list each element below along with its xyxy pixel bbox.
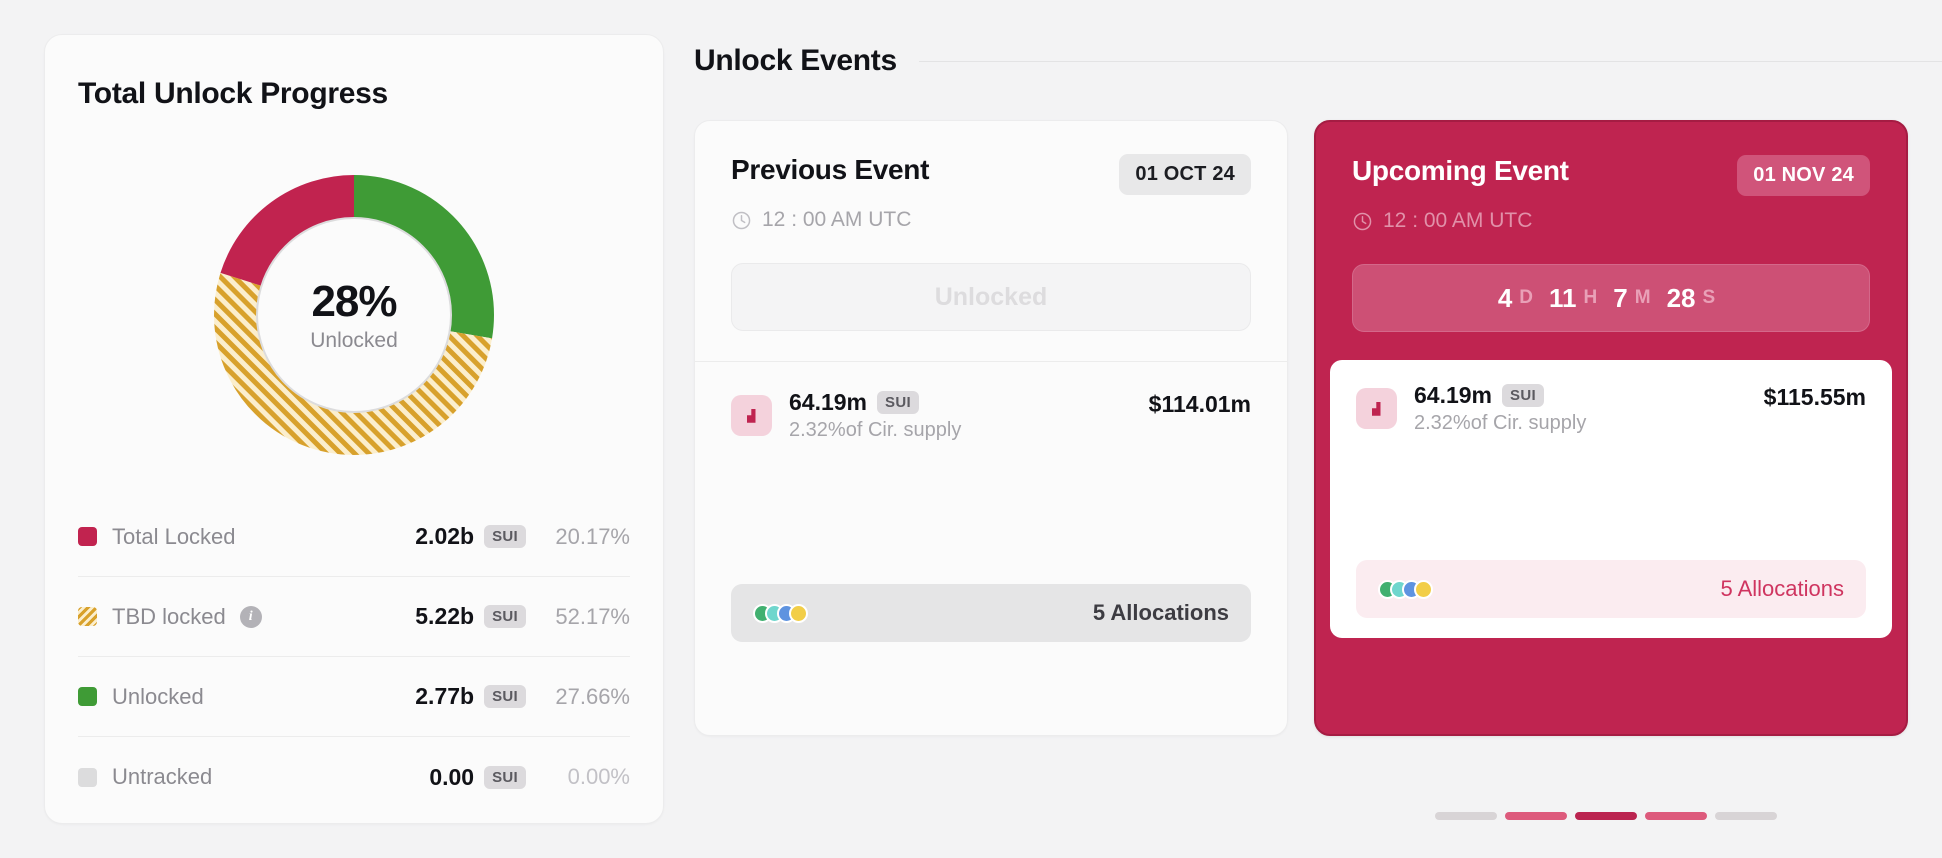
event-status-button: Unlocked	[731, 263, 1251, 331]
unlock-percent-label: Unlocked	[310, 329, 398, 352]
untracked-swatch-icon	[78, 767, 97, 787]
upcoming-event-body: 64.19m SUI 2.32%of Cir. supply $115.55m	[1330, 360, 1892, 638]
countdown-seconds-unit: S	[1702, 287, 1716, 308]
upcoming-event-header: Upcoming Event 01 NOV 24 12 : 00 AM UTC	[1316, 122, 1906, 233]
countdown-seconds-value: 28	[1666, 282, 1696, 313]
allocation-avatars	[753, 603, 808, 623]
legend-row-unlocked[interactable]: Unlocked 2.77b SUI 27.66%	[78, 657, 630, 737]
legend-percent: 52.17%	[555, 603, 630, 629]
legend-label: Total Locked	[112, 523, 236, 549]
legend-row-total-locked[interactable]: Total Locked 2.02b SUI 20.17%	[78, 497, 630, 577]
allocation-dot	[1414, 579, 1433, 599]
token-symbol-badge: SUI	[484, 525, 526, 548]
legend-label: Unlocked	[112, 683, 204, 709]
token-symbol-badge: SUI	[1502, 384, 1544, 407]
event-time-row: 12 : 00 AM UTC	[731, 208, 1251, 232]
token-logo-icon	[731, 395, 772, 436]
event-time: 12 : 00 AM UTC	[762, 208, 912, 231]
legend-percent: 0.00%	[567, 764, 630, 789]
allocations-bar[interactable]: 5 Allocations	[1356, 560, 1866, 618]
legend-amount: 5.22b	[415, 603, 475, 629]
event-date-badge: 01 NOV 24	[1737, 155, 1870, 196]
countdown-days-value: 4	[1497, 282, 1513, 313]
legend-amount: 2.02b	[415, 523, 475, 549]
token-usd-value: $114.01m	[1148, 391, 1251, 417]
donut-center: 28% Unlocked	[256, 217, 452, 413]
pagination-bar[interactable]	[1645, 812, 1707, 820]
countdown-timer: 4 D 11 H 7 M 28 S	[1352, 264, 1870, 332]
token-meta: 64.19m SUI 2.32%of Cir. supply	[1414, 382, 1586, 435]
header-row: Upcoming Event 01 NOV 24	[1352, 155, 1870, 196]
clock-icon	[732, 211, 751, 229]
legend-label: TBD locked	[112, 603, 226, 629]
unlocked-swatch-icon	[78, 687, 97, 706]
token-logo-icon	[1356, 388, 1397, 429]
token-glyph-icon	[746, 408, 755, 423]
token-supply-share: 2.32%of Cir. supply	[1414, 412, 1587, 434]
unlock-dashboard: Total Unlock Progress 28% Unlocked Total…	[0, 0, 1942, 858]
allocation-avatars	[1378, 579, 1433, 599]
event-time-row: 12 : 00 AM UTC	[1352, 209, 1870, 233]
pagination-bar[interactable]	[1715, 812, 1777, 820]
token-amount: 64.19m	[789, 389, 868, 415]
token-glyph-icon	[1371, 401, 1380, 416]
previous-event-body: 64.19m SUI 2.32%of Cir. supply $114.01m	[695, 362, 1287, 668]
allocations-count: 5 Allocations	[1092, 600, 1229, 625]
countdown-minutes-unit: M	[1634, 287, 1651, 308]
info-icon[interactable]: i	[239, 605, 262, 628]
legend-row-untracked[interactable]: Untracked 0.00 SUI 0.00%	[78, 737, 630, 817]
token-meta: 64.19m SUI 2.32%of Cir. supply	[789, 389, 961, 442]
token-symbol-badge: SUI	[484, 605, 526, 628]
legend-amount: 2.77b	[415, 683, 475, 709]
tbd-swatch-icon	[78, 607, 97, 626]
legend-percent: 27.66%	[555, 683, 630, 709]
carousel-pagination[interactable]	[1435, 812, 1777, 820]
locked-swatch-icon	[78, 527, 97, 546]
token-supply-share: 2.32%of Cir. supply	[789, 419, 962, 441]
previous-event-card[interactable]: Previous Event 01 OCT 24 12 : 00 AM UTC …	[694, 120, 1288, 736]
token-allocation-row: 64.19m SUI 2.32%of Cir. supply $114.01m	[695, 362, 1287, 442]
pagination-bar[interactable]	[1505, 812, 1567, 820]
token-allocation-row: 64.19m SUI 2.32%of Cir. supply $115.55m	[1330, 360, 1892, 435]
unlock-donut-chart: 28% Unlocked	[214, 175, 494, 455]
token-usd-value: $115.55m	[1763, 384, 1866, 410]
token-amount-line: 64.19m SUI	[789, 389, 961, 416]
page-title: Total Unlock Progress	[78, 77, 388, 110]
header-divider	[918, 60, 1942, 62]
unlock-events-header: Unlock Events	[694, 44, 1942, 78]
upcoming-event-card[interactable]: Upcoming Event 01 NOV 24 12 : 00 AM UTC …	[1314, 120, 1908, 736]
pagination-bar[interactable]	[1435, 812, 1497, 820]
previous-event-header: Previous Event 01 OCT 24 12 : 00 AM UTC	[695, 121, 1287, 232]
unlock-percent-value: 28%	[311, 277, 397, 326]
legend-percent: 20.17%	[555, 523, 630, 549]
countdown-minutes-value: 7	[1613, 282, 1628, 313]
legend-label: Untracked	[112, 764, 213, 789]
pagination-bar-active[interactable]	[1575, 812, 1637, 820]
countdown-hours-unit: H	[1583, 287, 1598, 308]
event-name: Upcoming Event	[1352, 155, 1569, 186]
token-symbol-badge: SUI	[484, 765, 526, 789]
unlock-legend: Total Locked 2.02b SUI 20.17% TBD locked…	[78, 497, 630, 817]
token-symbol-badge: SUI	[877, 391, 919, 414]
legend-amount: 0.00	[429, 763, 475, 790]
countdown-days-unit: D	[1519, 287, 1534, 308]
allocations-bar[interactable]: 5 Allocations	[731, 584, 1251, 642]
section-title: Unlock Events	[694, 44, 897, 77]
allocation-dot	[789, 603, 808, 623]
countdown-hours-value: 11	[1549, 282, 1577, 313]
token-amount-line: 64.19m SUI	[1414, 382, 1586, 409]
total-unlock-progress-card: Total Unlock Progress 28% Unlocked Total…	[44, 34, 664, 824]
legend-row-tbd-locked[interactable]: TBD locked i 5.22b SUI 52.17%	[78, 577, 630, 657]
allocations-count: 5 Allocations	[1720, 576, 1844, 601]
token-amount: 64.19m	[1414, 382, 1493, 408]
header-row: Previous Event 01 OCT 24	[731, 154, 1251, 195]
event-date-badge: 01 OCT 24	[1119, 154, 1251, 195]
event-time: 12 : 00 AM UTC	[1383, 209, 1533, 232]
clock-icon	[1353, 212, 1372, 230]
event-name: Previous Event	[731, 154, 930, 185]
token-symbol-badge: SUI	[484, 685, 526, 708]
